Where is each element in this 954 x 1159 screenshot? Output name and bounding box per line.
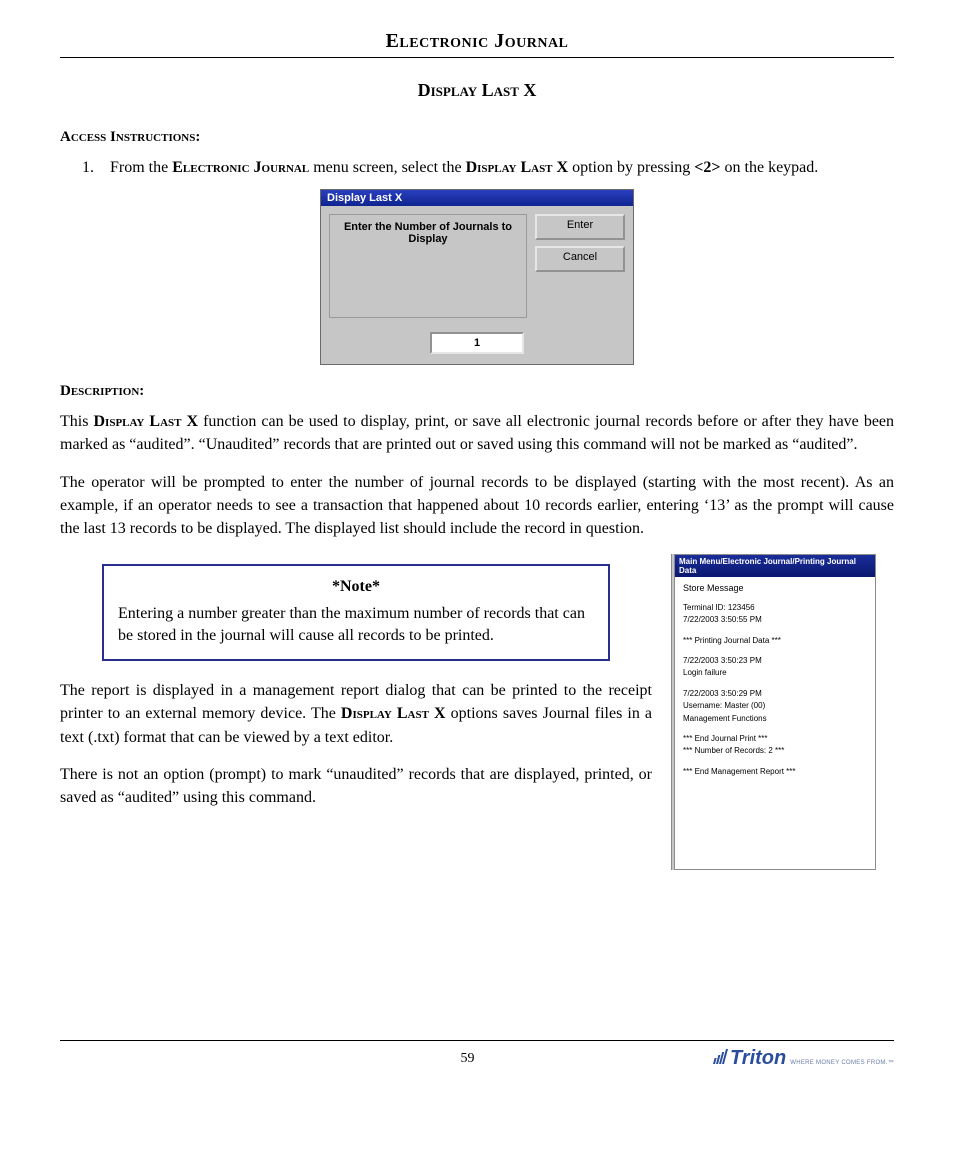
report-line (683, 681, 867, 687)
report-line: Login failure (683, 668, 867, 678)
report-line: *** Number of Records: 2 *** (683, 746, 867, 756)
report-line: *** End Journal Print *** (683, 734, 867, 744)
list-item: 1. From the Electronic Journal menu scre… (82, 156, 894, 179)
page-footer: 59 Triton WHERE MONEY COMES FROM.™ (60, 1040, 894, 1070)
access-instructions-list: 1. From the Electronic Journal menu scre… (82, 156, 894, 179)
description-p4: There is not an option (prompt) to mark … (60, 763, 652, 809)
term-display-last-x: Display Last X (341, 705, 446, 722)
report-line (683, 726, 867, 732)
list-text: From the Electronic Journal menu screen,… (110, 156, 818, 179)
note-title: *Note* (118, 576, 594, 598)
report-line: Management Functions (683, 714, 867, 724)
note-box: *Note* Entering a number greater than th… (102, 564, 610, 661)
term-display-last-x: Display Last X (93, 413, 198, 430)
report-titlebar: Main Menu/Electronic Journal/Printing Jo… (675, 555, 875, 577)
display-last-x-dialog: Display Last X Enter the Number of Journ… (320, 189, 634, 365)
logo-stripes-icon (713, 1049, 728, 1064)
report-line: *** Printing Journal Data *** (683, 636, 867, 646)
management-report-screenshot: Main Menu/Electronic Journal/Printing Jo… (674, 554, 876, 870)
report-line (683, 759, 867, 765)
term-display-last-x: Display Last X (466, 159, 569, 176)
report-line: 7/22/2003 3:50:23 PM (683, 656, 867, 666)
dialog-screenshot: Display Last X Enter the Number of Journ… (60, 189, 894, 365)
report-line: Terminal ID: 123456 (683, 603, 867, 613)
dialog-titlebar: Display Last X (321, 190, 633, 206)
description-p3: The report is displayed in a management … (60, 679, 652, 749)
description-heading: Description: (60, 383, 894, 400)
journal-count-input[interactable] (430, 332, 524, 354)
page-number: 59 (220, 1051, 715, 1067)
brand-name: Triton (730, 1047, 786, 1070)
description-p2: The operator will be prompted to enter t… (60, 471, 894, 541)
keypress: <2> (694, 159, 720, 176)
page-header: Electronic Journal (60, 30, 894, 58)
report-line: 7/22/2003 3:50:29 PM (683, 689, 867, 699)
report-line: *** End Management Report *** (683, 767, 867, 777)
report-line (683, 648, 867, 654)
cancel-button[interactable]: Cancel (535, 246, 625, 272)
enter-button[interactable]: Enter (535, 214, 625, 240)
section-title: Display Last X (60, 80, 894, 101)
term-electronic-journal: Electronic Journal (172, 159, 309, 176)
list-number: 1. (82, 156, 94, 179)
report-line: 7/22/2003 3:50:55 PM (683, 615, 867, 625)
report-body: Store Message Terminal ID: 123456 7/22/20… (675, 577, 875, 869)
brand-tagline: WHERE MONEY COMES FROM.™ (790, 1060, 894, 1066)
brand-logo: Triton WHERE MONEY COMES FROM.™ (715, 1047, 894, 1070)
access-instructions-heading: Access Instructions: (60, 129, 894, 146)
dialog-prompt: Enter the Number of Journals to Display (329, 214, 527, 318)
report-line (683, 628, 867, 634)
description-p1: This Display Last X function can be used… (60, 410, 894, 456)
note-body: Entering a number greater than the maxim… (118, 603, 594, 648)
report-store-message: Store Message (683, 583, 867, 595)
report-line: Username: Master (00) (683, 701, 867, 711)
